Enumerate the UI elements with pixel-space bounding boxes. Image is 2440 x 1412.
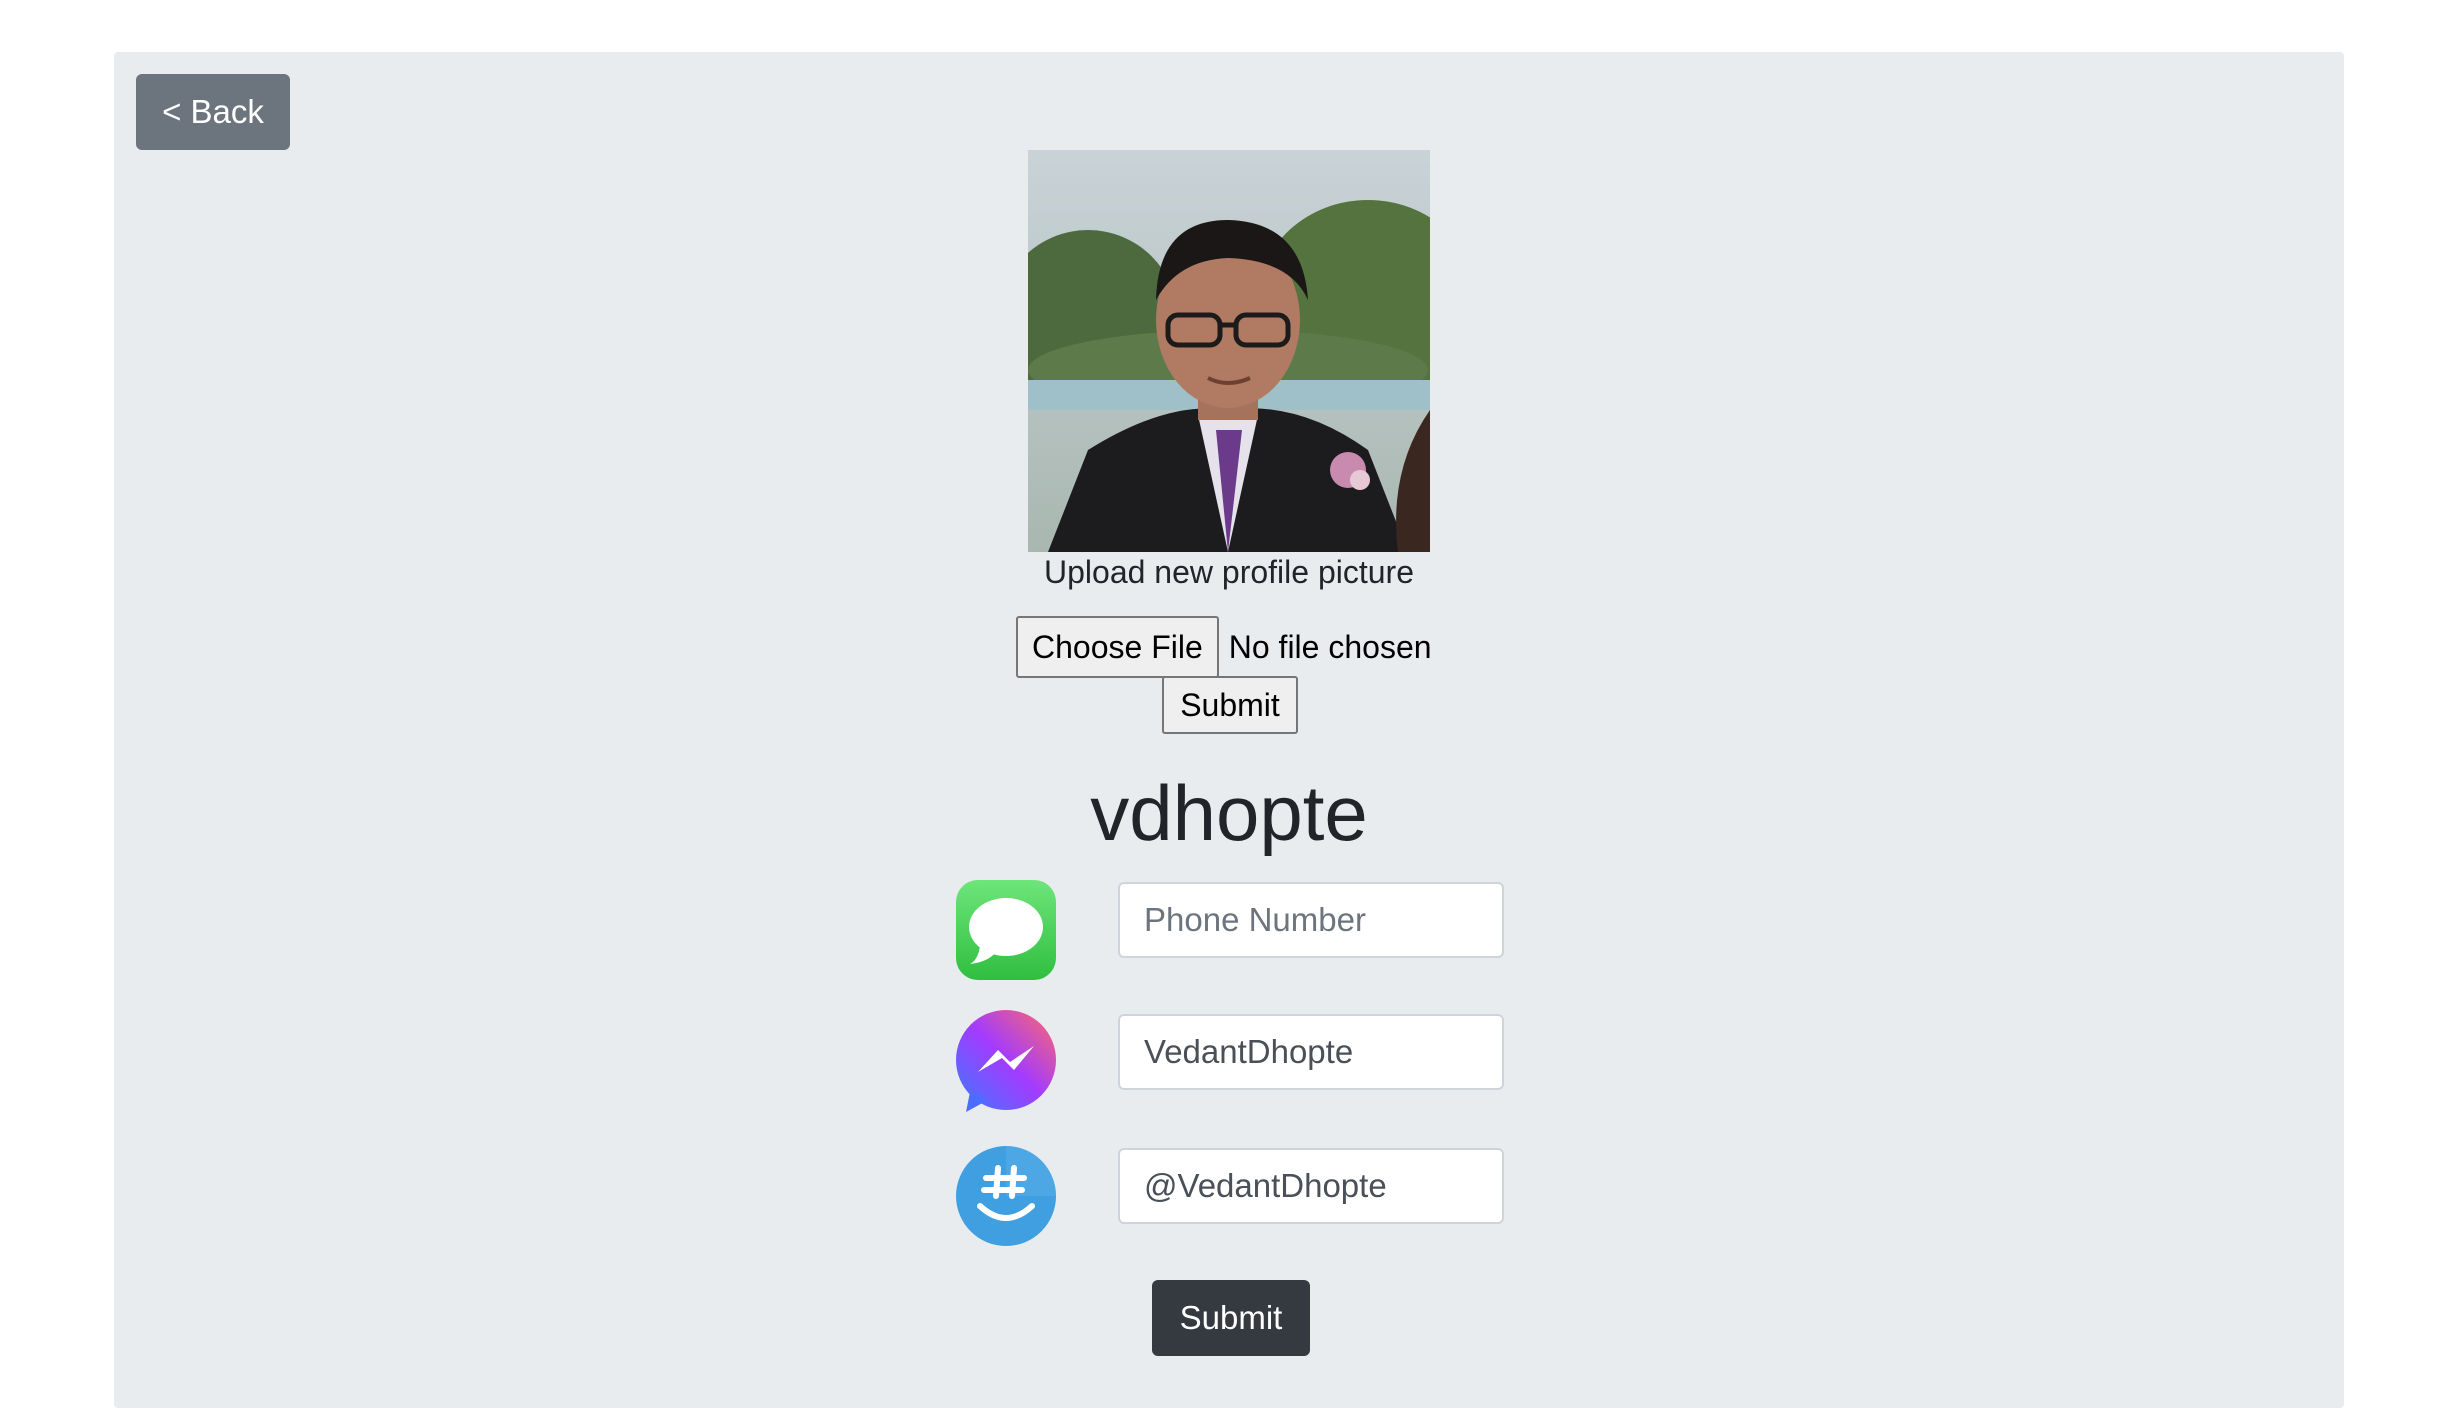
upload-label: Upload new profile picture [1044, 554, 1414, 590]
file-status: No file chosen [1228, 628, 1432, 665]
contact-row-groupme [956, 1146, 1056, 1246]
contact-row-phone [956, 880, 1056, 980]
imessage-icon [956, 880, 1056, 980]
back-button[interactable]: < Back [136, 74, 290, 150]
profile-card: < Back Upload new profile picture Choose… [114, 52, 2344, 1408]
submit-button[interactable]: Submit [1152, 1280, 1310, 1356]
profile-picture [1028, 150, 1430, 552]
contact-row-messenger [956, 1010, 1056, 1112]
groupme-icon [956, 1146, 1056, 1246]
file-input[interactable]: Choose File No file chosen [1016, 616, 1432, 678]
upload-submit-button[interactable]: Submit [1162, 676, 1298, 734]
messenger-icon [956, 1010, 1056, 1112]
username-heading: vdhopte [1090, 769, 1368, 857]
choose-file-button[interactable]: Choose File [1016, 616, 1219, 678]
phone-number-input[interactable] [1118, 882, 1504, 958]
groupme-username-input[interactable] [1118, 1148, 1504, 1224]
messenger-username-input[interactable] [1118, 1014, 1504, 1090]
